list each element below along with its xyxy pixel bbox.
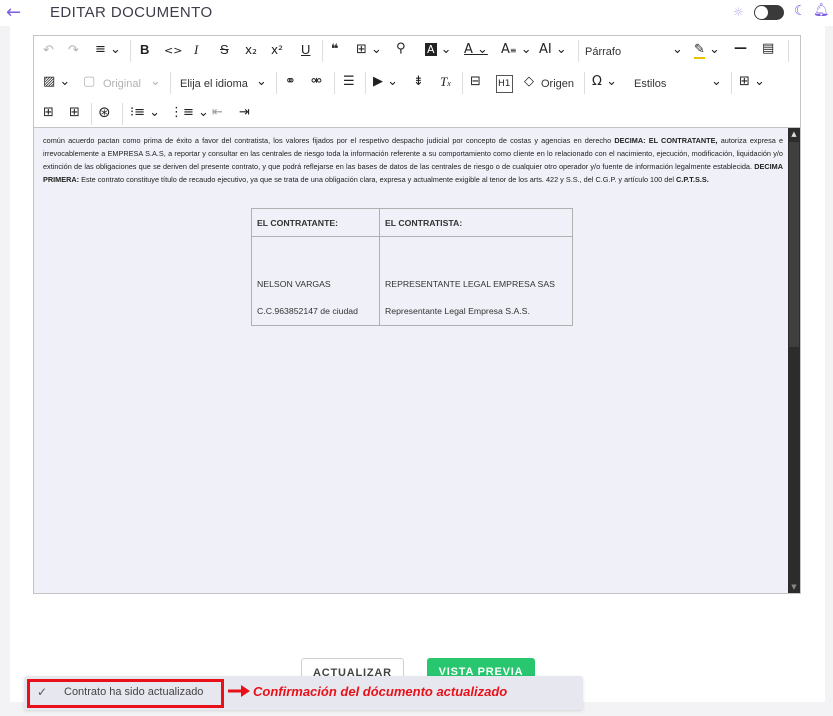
- chevron-down-icon[interactable]: ⌄: [672, 42, 683, 58]
- toolbar-divider: [584, 72, 585, 94]
- find-replace-icon[interactable]: ⊞ ⌄: [356, 42, 382, 58]
- editor-scrollbar[interactable]: ▲ ▼: [788, 128, 800, 593]
- toolbar-divider: [788, 40, 789, 62]
- underline-icon[interactable]: U: [301, 42, 310, 58]
- clause-heading-decima: DECIMA: EL CONTRATANTE,: [614, 136, 718, 145]
- special-characters-icon[interactable]: Ω ⌄: [592, 74, 617, 90]
- scroll-down-icon[interactable]: ▼: [788, 581, 800, 593]
- top-bar: ← EDITAR DOCUMENTO ☼ ☾ 🔔︎: [0, 0, 833, 26]
- toolbar-divider: [130, 40, 131, 62]
- sun-icon: ☼: [733, 5, 744, 19]
- arrow-left-icon[interactable]: ←: [6, 2, 21, 23]
- blockquote-icon[interactable]: ❝: [331, 42, 339, 58]
- theme-toggle-knob: [755, 6, 768, 19]
- contratante-id: C.C.963852147 de ciudad: [257, 306, 358, 316]
- marker-icon[interactable]: ✎ ⌄: [694, 42, 720, 59]
- toolbar-divider: [322, 40, 323, 62]
- font-size-icon[interactable]: A≡ ⌄: [501, 42, 532, 59]
- toolbar-divider: [170, 72, 171, 94]
- annotation-highlight-box: [27, 679, 224, 708]
- strikethrough-icon[interactable]: S: [220, 42, 229, 58]
- bold-icon[interactable]: B: [140, 42, 149, 58]
- accessibility-icon[interactable]: ⊛: [98, 104, 111, 120]
- indent-icon[interactable]: ⇥: [239, 105, 250, 121]
- scroll-up-icon[interactable]: ▲: [788, 128, 800, 140]
- table-row: NELSON VARGAS C.C.963852147 de ciudad RE…: [251, 236, 573, 326]
- media-embed-icon[interactable]: ▶ ⌄: [373, 74, 398, 90]
- clause-text: común acuerdo pactan como prima de éxito…: [43, 136, 615, 145]
- align-icon[interactable]: ≡ ⌄: [95, 42, 121, 58]
- toolbar-divider: [578, 40, 579, 62]
- redo-icon[interactable]: ↷: [68, 43, 79, 59]
- rich-text-editor: ↶ ↷ ≡ ⌄ B <> I S x₂ x² U ❝ ⊞ ⌄ ⚲ A ⌄ A ⌄…: [33, 35, 801, 594]
- annotation-arrow-icon: [228, 685, 250, 697]
- clause-paragraph: común acuerdo pactan como prima de éxito…: [43, 134, 783, 186]
- heading-select[interactable]: Párrafo: [585, 44, 621, 60]
- contratante-cell: NELSON VARGAS C.C.963852147 de ciudad: [251, 236, 380, 326]
- superscript-icon[interactable]: x²: [271, 42, 283, 58]
- heading-h1-icon[interactable]: H1: [496, 75, 513, 93]
- source-label[interactable]: Origen: [541, 76, 574, 92]
- remove-format-icon[interactable]: Tx: [440, 74, 451, 92]
- link-icon[interactable]: ⚭: [285, 74, 296, 90]
- clause-heading-cptss: C.P.T.S.S.: [676, 175, 709, 185]
- todo-list-icon[interactable]: ☰: [343, 74, 355, 90]
- table-properties-icon[interactable]: ⊞: [69, 105, 80, 121]
- italic-icon[interactable]: I: [194, 42, 198, 58]
- moon-icon: ☾: [794, 3, 807, 19]
- page-title: EDITAR DOCUMENTO: [50, 4, 213, 21]
- subscript-icon[interactable]: x₂: [245, 42, 257, 58]
- numbered-list-icon[interactable]: ⋮≡ ⌄: [170, 105, 209, 121]
- bulleted-list-icon[interactable]: ⁝≡ ⌄: [130, 105, 160, 121]
- contratista-cell: REPRESENTANTE LEGAL EMPRESA SAS Represen…: [379, 236, 573, 326]
- chevron-down-icon[interactable]: ⌄: [711, 74, 722, 90]
- source-icon[interactable]: ◇: [524, 74, 534, 90]
- insert-table-icon[interactable]: ⊞: [43, 105, 54, 121]
- chevron-down-icon[interactable]: ⌄: [256, 74, 267, 90]
- toolbar-divider: [462, 72, 463, 94]
- contratante-name: NELSON VARGAS: [257, 279, 331, 289]
- table-icon[interactable]: ⊞ ⌄: [739, 74, 765, 90]
- image-original-icon: ▢: [83, 74, 96, 89]
- annotation-label: Confirmación del dócumento actualizado: [253, 684, 508, 699]
- clause-text: Este contrato constituye título de recau…: [79, 175, 677, 185]
- styles-select[interactable]: Estilos: [634, 76, 666, 92]
- bell-icon[interactable]: 🔔︎: [813, 3, 830, 18]
- insert-image-icon[interactable]: ▨ ⌄: [43, 74, 70, 90]
- outdent-icon[interactable]: ⇤: [212, 105, 223, 121]
- html-embed-icon[interactable]: ▤: [762, 41, 774, 57]
- toolbar-divider: [365, 72, 366, 94]
- contratista-header: EL CONTRATISTA:: [379, 208, 573, 237]
- code-icon[interactable]: <>: [164, 43, 182, 59]
- theme-toggle[interactable]: [754, 5, 784, 20]
- scroll-thumb[interactable]: [789, 142, 799, 347]
- horizontal-line-icon[interactable]: —: [734, 41, 747, 57]
- toolbar-divider: [334, 72, 335, 94]
- search-icon[interactable]: ⚲: [396, 41, 406, 57]
- page-break-icon[interactable]: ⇟: [413, 74, 424, 90]
- chevron-down-icon[interactable]: ⌄: [150, 74, 161, 90]
- show-blocks-icon[interactable]: ⊟: [470, 74, 481, 90]
- image-size-select[interactable]: Original: [103, 76, 141, 92]
- signature-table: EL CONTRATANTE: EL CONTRATISTA: NELSON V…: [251, 208, 573, 326]
- table-row: EL CONTRATANTE: EL CONTRATISTA:: [251, 208, 573, 237]
- toolbar-divider: [731, 72, 732, 94]
- contratante-header: EL CONTRATANTE:: [251, 208, 380, 237]
- contratista-role: Representante Legal Empresa S.A.S.: [385, 306, 530, 316]
- toolbar-divider: [122, 103, 123, 125]
- document-content[interactable]: común acuerdo pactan como prima de éxito…: [34, 128, 788, 593]
- undo-icon[interactable]: ↶: [43, 43, 54, 59]
- contratista-name: REPRESENTANTE LEGAL EMPRESA SAS: [385, 279, 555, 289]
- font-family-icon[interactable]: AI ⌄: [539, 42, 567, 58]
- unlink-icon[interactable]: ⚮: [311, 74, 322, 90]
- font-color-icon[interactable]: A ⌄: [464, 42, 488, 58]
- toolbar-divider: [276, 72, 277, 94]
- editor-toolbar: ↶ ↷ ≡ ⌄ B <> I S x₂ x² U ❝ ⊞ ⌄ ⚲ A ⌄ A ⌄…: [34, 36, 800, 128]
- toolbar-divider: [91, 103, 92, 125]
- highlight-icon[interactable]: A ⌄: [425, 42, 452, 58]
- language-select[interactable]: Elija el idioma: [180, 76, 248, 92]
